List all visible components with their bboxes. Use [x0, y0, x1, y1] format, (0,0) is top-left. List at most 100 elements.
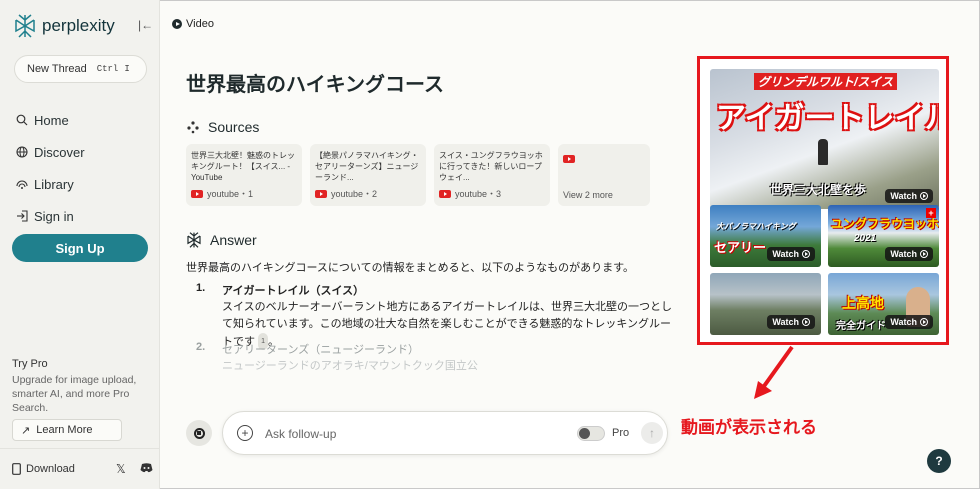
download-label: Download	[26, 463, 75, 475]
video-thumbnail-main[interactable]: グリンデルワルト/スイス アイガートレイル 世界三大北壁を歩 Watch	[710, 69, 939, 209]
watch-label: Watch	[890, 249, 917, 259]
help-button[interactable]: ?	[927, 449, 951, 473]
logo[interactable]: perplexity	[14, 14, 115, 38]
submit-arrow-icon[interactable]: ↑	[641, 422, 663, 444]
view-more-sources-card[interactable]: View 2 more	[558, 144, 650, 206]
sidebar-footer: Download 𝕏	[0, 448, 160, 489]
sources-heading-label: Sources	[208, 119, 260, 135]
sign-in-icon	[17, 210, 28, 222]
video-thumbnail[interactable]: Watch	[710, 273, 821, 335]
play-icon	[920, 192, 928, 200]
search-icon	[16, 114, 28, 126]
sources-icon	[187, 121, 199, 134]
watch-label: Watch	[890, 191, 917, 201]
watch-button[interactable]: Watch	[767, 247, 815, 261]
video-subtitle: 世界三大北壁を歩	[770, 183, 867, 197]
play-icon	[920, 250, 928, 258]
globe-icon	[16, 146, 28, 158]
source-title: 【絶景パノラマハイキング・セアリーターンズ】ニュージーランド...	[315, 151, 419, 182]
video-title: ユングフラウヨッホ	[831, 217, 939, 231]
sidebar-item-label: Sign in	[34, 208, 74, 224]
learn-more-button[interactable]: ↗ Learn More	[12, 419, 122, 441]
new-thread-label: New Thread	[27, 63, 87, 75]
watch-button[interactable]: Watch	[767, 315, 815, 329]
play-icon	[802, 250, 810, 258]
sidebar-item-label: Home	[34, 112, 69, 128]
page-title: 世界最高のハイキングコース	[186, 74, 444, 96]
source-card[interactable]: 世界三大北壁！魅惑のトレッキングルート！【スイス... - YouTube yo…	[186, 144, 302, 206]
source-title: 世界三大北壁！魅惑のトレッキングルート！【スイス... - YouTube	[191, 151, 295, 182]
youtube-icon	[315, 189, 327, 198]
hiker-figure	[818, 139, 828, 165]
library-icon	[16, 180, 28, 189]
source-title: スイス・ユングフラウヨッホに行ってきた！新しいロープウェイ...	[439, 151, 543, 182]
watch-label: Watch	[890, 317, 917, 327]
sources-list: 世界三大北壁！魅惑のトレッキングルート！【スイス... - YouTube yo…	[186, 144, 650, 206]
follow-up-bar: + Pro ↑	[222, 411, 668, 455]
answer-number: 2.	[196, 341, 206, 353]
video-thumbnail[interactable]: 大パノラマハイキング セアリー Watch	[710, 205, 821, 267]
sources-heading: Sources	[186, 119, 259, 135]
swiss-flag-icon: +	[926, 208, 936, 218]
download-link[interactable]: Download	[12, 463, 75, 475]
answer-number: 1.	[196, 282, 206, 294]
play-circle-icon	[172, 19, 182, 29]
answer-description: ニュージーランドのアオラキ/マウントクック国立公	[222, 360, 478, 372]
sidebar: perplexity |← New Thread Ctrl I Home Dis…	[0, 0, 160, 489]
video-panel: グリンデルワルト/スイス アイガートレイル 世界三大北壁を歩 Watch 大パノ…	[697, 56, 949, 345]
watch-button[interactable]: Watch	[885, 247, 933, 261]
stop-icon	[193, 427, 205, 439]
video-title: アイガートレイル	[716, 102, 939, 135]
collapse-sidebar-icon[interactable]: |←	[138, 18, 153, 32]
youtube-icon	[191, 189, 203, 198]
video-thumbnail[interactable]: ユングフラウヨッホ 2021 + Watch	[828, 205, 939, 267]
annotation-label: 動画が表示される	[681, 418, 817, 437]
plus-icon[interactable]: +	[237, 425, 253, 441]
app-name: perplexity	[42, 16, 115, 35]
x-twitter-icon[interactable]: 𝕏	[116, 462, 126, 476]
source-meta-label: youtube・1	[207, 189, 254, 199]
video-title: セアリー	[714, 240, 767, 255]
source-meta-label: youtube・3	[455, 189, 502, 199]
youtube-icon	[439, 189, 451, 198]
answer-intro: 世界最高のハイキングコースについての情報をまとめると、以下のようなものがあります…	[186, 262, 635, 274]
answer-heading-label: Answer	[210, 232, 257, 248]
learn-more-label: Learn More	[36, 424, 93, 436]
new-thread-button[interactable]: New Thread Ctrl I	[14, 55, 147, 83]
follow-up-input[interactable]	[265, 424, 565, 444]
sign-up-button[interactable]: Sign Up	[12, 234, 148, 262]
source-meta-label: youtube・2	[331, 189, 378, 199]
stop-button[interactable]	[186, 420, 212, 446]
sidebar-nav: Home Discover Library Sign in	[16, 104, 85, 232]
callout-arrow-icon	[754, 345, 794, 399]
video-title: 上高地	[842, 295, 884, 311]
source-card[interactable]: スイス・ユングフラウヨッホに行ってきた！新しいロープウェイ... youtube…	[434, 144, 550, 206]
shortcut-key-ctrl: Ctrl	[96, 64, 119, 74]
sidebar-item-sign-in[interactable]: Sign in	[16, 200, 85, 232]
tab-video[interactable]: Video	[172, 18, 214, 30]
video-banner: グリンデルワルト/スイス	[754, 73, 897, 90]
try-pro-panel: Try Pro Upgrade for image upload, smarte…	[12, 358, 152, 415]
answer-title: アイガートレイル（スイス）	[222, 285, 365, 297]
phone-icon	[12, 463, 21, 475]
source-card[interactable]: 【絶景パノラマハイキング・セアリーターンズ】ニュージーランド... youtub…	[310, 144, 426, 206]
discord-icon[interactable]	[140, 462, 153, 476]
sidebar-item-discover[interactable]: Discover	[16, 136, 85, 168]
watch-button[interactable]: Watch	[885, 189, 933, 203]
watch-label: Watch	[772, 249, 799, 259]
sidebar-item-label: Discover	[34, 144, 85, 160]
perplexity-logo-icon	[15, 14, 35, 38]
watch-button[interactable]: Watch	[885, 315, 933, 329]
pro-label: Pro	[612, 427, 630, 439]
video-thumbnail[interactable]: 上高地 完全ガイド Watch	[828, 273, 939, 335]
answer-heading: Answer	[186, 232, 257, 248]
sidebar-item-library[interactable]: Library	[16, 168, 85, 200]
pro-toggle[interactable]	[577, 426, 605, 441]
tab-video-label: Video	[186, 18, 214, 30]
play-icon	[920, 318, 928, 326]
source-meta: youtube・3	[439, 187, 501, 200]
video-subtitle: 完全ガイド	[836, 321, 886, 332]
arrow-up-right-icon: ↗	[21, 424, 31, 437]
source-meta: youtube・2	[315, 187, 377, 200]
sidebar-item-home[interactable]: Home	[16, 104, 85, 136]
